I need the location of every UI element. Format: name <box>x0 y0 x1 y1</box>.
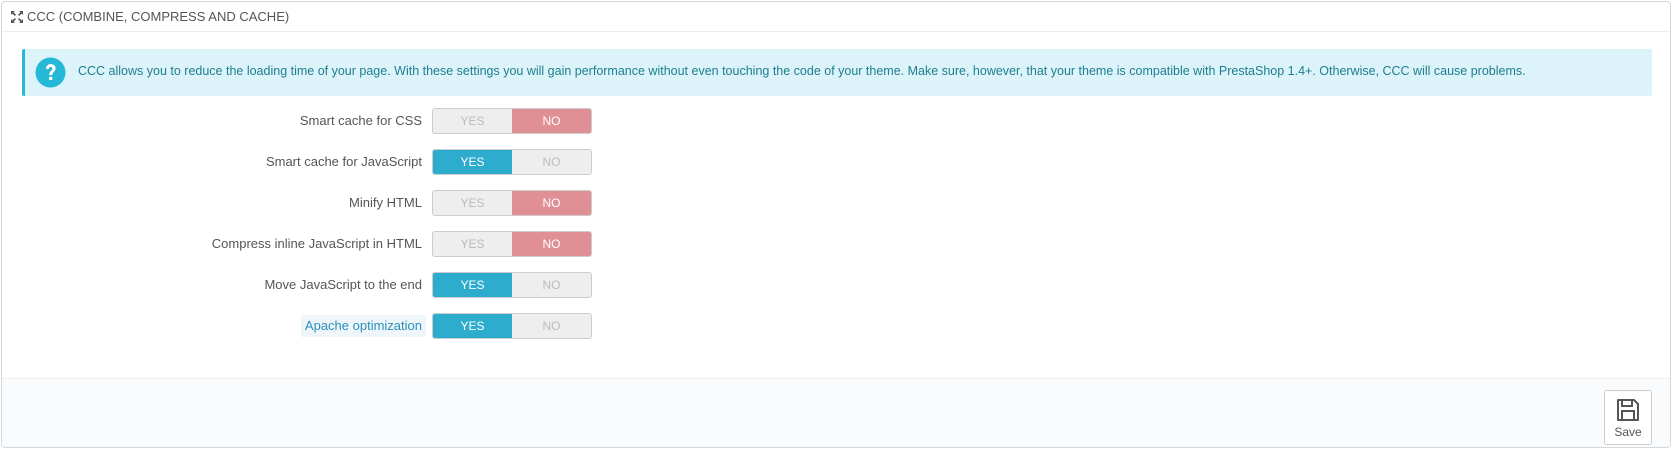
setting-label: Smart cache for JavaScript <box>265 154 422 169</box>
save-label: Save <box>1614 425 1642 439</box>
switch-no-option[interactable]: NO <box>512 314 591 338</box>
switch-yes-option[interactable]: YES <box>433 109 512 133</box>
panel-heading: CCC (COMBINE, COMPRESS AND CACHE) <box>2 2 1670 32</box>
setting-label: Minify HTML <box>349 195 422 210</box>
setting-row: Minify HTML YES NO <box>2 190 602 216</box>
setting-label: Move JavaScript to the end <box>264 277 422 292</box>
panel-title: CCC (COMBINE, COMPRESS AND CACHE) <box>27 9 290 24</box>
switch-no-option[interactable]: NO <box>512 109 591 133</box>
switch-yes-option[interactable]: YES <box>433 314 512 338</box>
yes-no-switch[interactable]: YES NO <box>432 272 592 298</box>
switch-yes-option[interactable]: YES <box>433 232 512 256</box>
save-button[interactable]: Save <box>1604 390 1652 445</box>
setting-label: Compress inline JavaScript in HTML <box>211 236 422 251</box>
switch-no-option[interactable]: NO <box>512 273 591 297</box>
switch-yes-option[interactable]: YES <box>433 191 512 215</box>
setting-row: Smart cache for JavaScript YES NO <box>2 149 602 175</box>
yes-no-switch[interactable]: YES NO <box>432 108 592 134</box>
switch-no-option[interactable]: NO <box>512 191 591 215</box>
setting-row: Move JavaScript to the end YES NO <box>2 272 602 298</box>
setting-label[interactable]: Apache optimization <box>300 315 426 337</box>
setting-row: Apache optimization YES NO <box>2 313 602 339</box>
alert-message: CCC allows you to reduce the loading tim… <box>78 64 1526 78</box>
switch-no-option[interactable]: NO <box>512 150 591 174</box>
setting-row: Smart cache for CSS YES NO <box>2 108 602 134</box>
setting-label: Smart cache for CSS <box>299 113 422 128</box>
yes-no-switch[interactable]: YES NO <box>432 313 592 339</box>
ccc-panel: CCC (COMBINE, COMPRESS AND CACHE) CCC al… <box>1 1 1671 448</box>
yes-no-switch[interactable]: YES NO <box>432 149 592 175</box>
yes-no-switch[interactable]: YES NO <box>432 190 592 216</box>
panel-footer: Save <box>2 378 1670 447</box>
yes-no-switch[interactable]: YES NO <box>432 231 592 257</box>
floppy-disk-icon <box>1615 397 1641 423</box>
switch-yes-option[interactable]: YES <box>433 150 512 174</box>
fullscreen-arrows-icon <box>10 10 24 24</box>
switch-yes-option[interactable]: YES <box>433 273 512 297</box>
switch-no-option[interactable]: NO <box>512 232 591 256</box>
setting-row: Compress inline JavaScript in HTML YES NO <box>2 231 602 257</box>
info-alert: CCC allows you to reduce the loading tim… <box>22 49 1652 96</box>
question-circle-icon <box>35 57 66 88</box>
